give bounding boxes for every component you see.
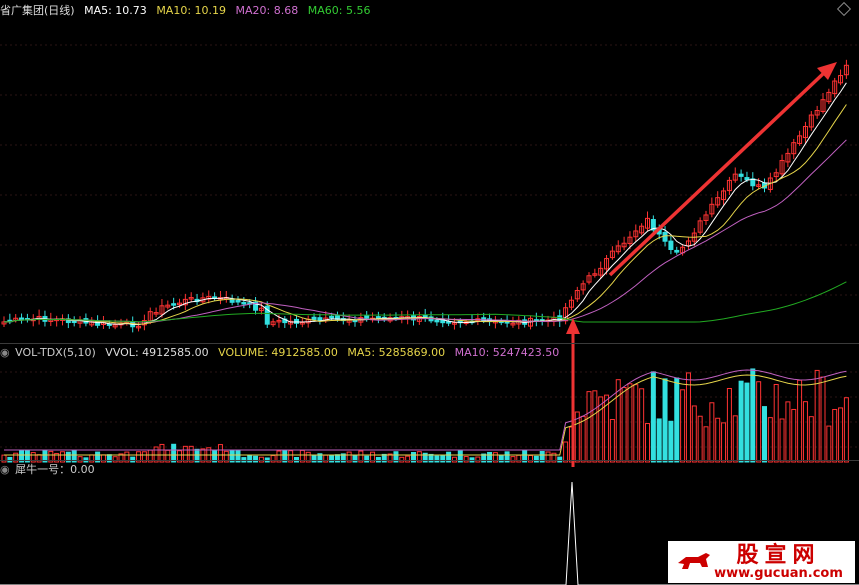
candle-body <box>662 231 668 242</box>
volume-bar <box>797 379 803 463</box>
volume-bar <box>838 407 844 463</box>
panel-divider <box>0 460 859 461</box>
volume-label: VOLUME: 4912585.00 <box>218 346 338 359</box>
candle-body <box>19 317 25 321</box>
volume-bar <box>721 422 727 463</box>
volume-bar <box>691 405 697 463</box>
volume-bar <box>621 387 627 463</box>
stock-chart[interactable] <box>0 0 859 585</box>
volume-bar <box>826 425 832 463</box>
watermark-logo: 股宣网 www.gucuan.com <box>668 541 855 583</box>
volume-bar <box>598 396 604 463</box>
volume-bar <box>715 417 721 463</box>
candle-body <box>738 173 744 177</box>
collapse-icon[interactable]: ◉ <box>0 463 10 476</box>
volume-bar <box>680 389 686 463</box>
volume-bar <box>738 380 744 463</box>
volume-bar <box>802 401 808 463</box>
candle-body <box>434 319 440 323</box>
panel-divider <box>0 343 859 344</box>
volume-ma10-label: MA10: 5247423.50 <box>454 346 560 359</box>
candle-body <box>317 317 323 322</box>
ma5-label: MA5: 10.73 <box>84 4 147 17</box>
volume-bar <box>697 415 703 463</box>
volume-bar <box>744 382 750 463</box>
volume-bar <box>645 423 650 463</box>
price-panel-header: 省广集团(日线) MA5: 10.73 MA10: 10.19 MA20: 8.… <box>0 3 376 19</box>
candle-body <box>241 301 247 305</box>
candle-body <box>294 318 299 324</box>
volume-bar <box>311 454 317 463</box>
volume-bars <box>1 368 849 463</box>
volume-bar <box>820 376 826 463</box>
volume-bar <box>685 372 691 463</box>
volume-bar <box>668 420 674 463</box>
trend-arrow <box>608 70 827 277</box>
candle-body <box>235 300 241 303</box>
volume-bar <box>785 401 791 463</box>
volume-bar <box>662 378 668 463</box>
volume-ma5-label: MA5: 5285869.00 <box>347 346 446 359</box>
volume-bar <box>650 371 656 463</box>
ma10-label: MA10: 10.19 <box>156 4 227 17</box>
candlesticks <box>1 59 849 333</box>
ma-line <box>3 104 847 325</box>
volume-bar <box>247 455 253 463</box>
volume-bar <box>656 418 662 463</box>
price-gridlines <box>0 44 859 448</box>
volume-panel-header: ◉ VOL-TDX(5,10) VVOL: 4912585.00 VOLUME:… <box>0 345 565 361</box>
volume-bar <box>674 377 680 463</box>
volume-bar <box>592 390 598 463</box>
watermark-url: www.gucuan.com <box>714 566 843 581</box>
volume-bar <box>580 415 586 463</box>
volume-bar <box>709 402 715 463</box>
volume-bar <box>732 415 738 463</box>
volume-bar <box>762 406 767 463</box>
watermark-text: 股宣网 <box>736 542 821 568</box>
vvol-label: VVOL: 4912585.00 <box>105 346 209 359</box>
candle-body <box>668 240 674 250</box>
indicator-panel-header: ◉ 犀牛一号：0.00 <box>0 462 101 478</box>
candle-body <box>329 315 335 319</box>
volume-bar <box>627 383 633 463</box>
candle-body <box>171 303 177 306</box>
volume-bar <box>352 455 358 463</box>
collapse-icon[interactable]: ◉ <box>0 346 10 359</box>
volume-bar <box>586 391 592 463</box>
volume-bar <box>563 441 569 463</box>
indicator-title: 犀牛一号：0.00 <box>15 463 95 476</box>
candle-body <box>674 249 680 253</box>
volume-bar <box>767 417 773 463</box>
volume-bar <box>609 419 615 463</box>
volume-bar <box>440 455 446 463</box>
ma20-label: MA20: 8.68 <box>235 4 299 17</box>
volume-bar <box>528 454 533 463</box>
stock-title: 省广集团(日线) <box>0 4 75 17</box>
ma60-label: MA60: 5.56 <box>307 4 371 17</box>
volume-bar <box>779 418 785 463</box>
candle-body <box>446 321 452 324</box>
volume-bar <box>843 397 849 463</box>
volume-bar <box>270 455 276 463</box>
volume-bar <box>750 368 756 463</box>
volume-title: VOL-TDX(5,10) <box>15 346 96 359</box>
volume-bar <box>808 416 814 463</box>
candle-body <box>311 316 317 320</box>
volume-bar <box>703 426 709 463</box>
volume-bar <box>832 408 838 463</box>
candle-body <box>375 316 381 319</box>
volume-bar <box>791 408 797 463</box>
volume-bar <box>726 387 732 463</box>
candle-body <box>744 177 750 181</box>
volume-bar <box>498 454 504 463</box>
volume-bar <box>639 388 645 463</box>
volume-bar <box>329 454 335 463</box>
volume-bar <box>633 384 639 463</box>
volume-bar <box>773 383 779 463</box>
bull-icon <box>678 553 710 569</box>
candle-body <box>364 315 370 319</box>
